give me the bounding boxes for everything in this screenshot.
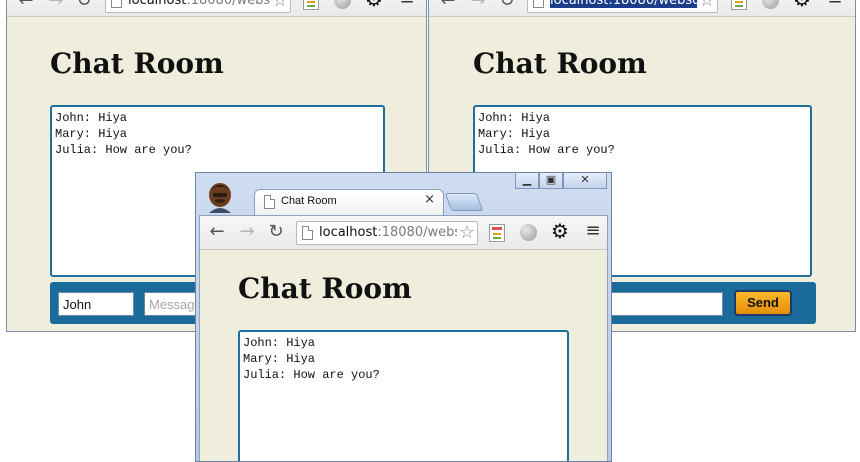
chat-message: John: Hiya [478, 111, 551, 125]
page-icon [264, 195, 275, 209]
new-tab-button[interactable] [444, 193, 484, 211]
back-arrow-icon[interactable]: ← [15, 0, 37, 12]
url-text: localhost:18080/websc [128, 0, 278, 8]
avatar-icon [209, 183, 231, 213]
send-button[interactable]: Send [734, 290, 792, 316]
notepad-extension-icon[interactable] [731, 0, 747, 10]
browser-toolbar: ← → ↻ localhost:18080/webso ☆ ⚙ ≡ [429, 0, 855, 17]
close-window-button[interactable]: ✕ [563, 173, 607, 189]
menu-icon[interactable]: ≡ [584, 222, 602, 240]
star-icon[interactable]: ☆ [269, 0, 288, 12]
chat-message: Julia: How are you? [243, 368, 380, 382]
url-text[interactable]: localhost:18080/webso [550, 0, 701, 10]
browser-toolbar: ← → ↻ localhost:18080/webs ☆ ⚙ ≡ [200, 216, 607, 250]
gear-icon[interactable]: ⚙ [550, 221, 570, 241]
globe-extension-icon[interactable] [520, 224, 537, 241]
star-icon[interactable]: ☆ [696, 0, 715, 12]
address-bar[interactable]: localhost:18080/websc ☆ [105, 0, 291, 13]
browser-content: ← → ↻ localhost:18080/webs ☆ ⚙ ≡ Chat Ro… [199, 215, 608, 461]
notepad-extension-icon[interactable] [489, 224, 505, 242]
page-title: Chat Room [50, 47, 224, 80]
browser-toolbar: ← → ↻ localhost:18080/websc ☆ ⚙ ≡ [7, 0, 426, 17]
page-icon [533, 0, 544, 8]
notepad-extension-icon[interactable] [303, 0, 319, 10]
chat-message: Mary: Hiya [478, 127, 551, 141]
url-text: localhost:18080/webs [319, 225, 462, 240]
menu-icon[interactable]: ≡ [398, 0, 416, 8]
chat-message: Julia: How are you? [55, 143, 192, 157]
gear-icon[interactable]: ⚙ [364, 0, 384, 9]
menu-icon[interactable]: ≡ [826, 0, 844, 8]
chat-message: John: Hiya [243, 336, 316, 350]
back-arrow-icon[interactable]: ← [437, 0, 459, 12]
chat-log: John: Hiya Mary: Hiya Julia: How are you… [238, 330, 569, 461]
chat-message: John: Hiya [55, 111, 128, 125]
name-input[interactable] [58, 292, 134, 316]
browser-window-front[interactable]: Chat Room × ▁ ▣ ✕ ← → ↻ localhost:18080/… [195, 172, 612, 462]
minimize-button[interactable]: ▁ [515, 173, 539, 189]
restore-button[interactable]: ▣ [539, 173, 563, 189]
globe-extension-icon[interactable] [762, 0, 779, 9]
forward-arrow-icon[interactable]: → [467, 0, 489, 12]
back-arrow-icon[interactable]: ← [206, 221, 228, 243]
forward-arrow-icon[interactable]: → [45, 0, 67, 12]
globe-extension-icon[interactable] [334, 0, 351, 9]
chat-message: Julia: How are you? [478, 143, 615, 157]
reload-icon[interactable]: ↻ [73, 0, 95, 12]
page-title: Chat Room [473, 47, 647, 80]
page-icon [111, 0, 122, 8]
forward-arrow-icon[interactable]: → [236, 221, 258, 243]
reload-icon[interactable]: ↻ [265, 221, 287, 243]
star-icon[interactable]: ☆ [456, 222, 475, 244]
page-title: Chat Room [238, 272, 412, 305]
address-bar[interactable]: localhost:18080/webso ☆ [527, 0, 718, 13]
tab-title: Chat Room [281, 195, 337, 207]
reload-icon[interactable]: ↻ [496, 0, 518, 12]
chat-message: Mary: Hiya [243, 352, 316, 366]
page-icon [302, 226, 313, 240]
close-icon[interactable]: × [424, 192, 435, 207]
chat-message: Mary: Hiya [55, 127, 128, 141]
address-bar[interactable]: localhost:18080/webs ☆ [296, 221, 478, 245]
browser-tab[interactable]: Chat Room × [254, 189, 444, 215]
gear-icon[interactable]: ⚙ [792, 0, 812, 9]
